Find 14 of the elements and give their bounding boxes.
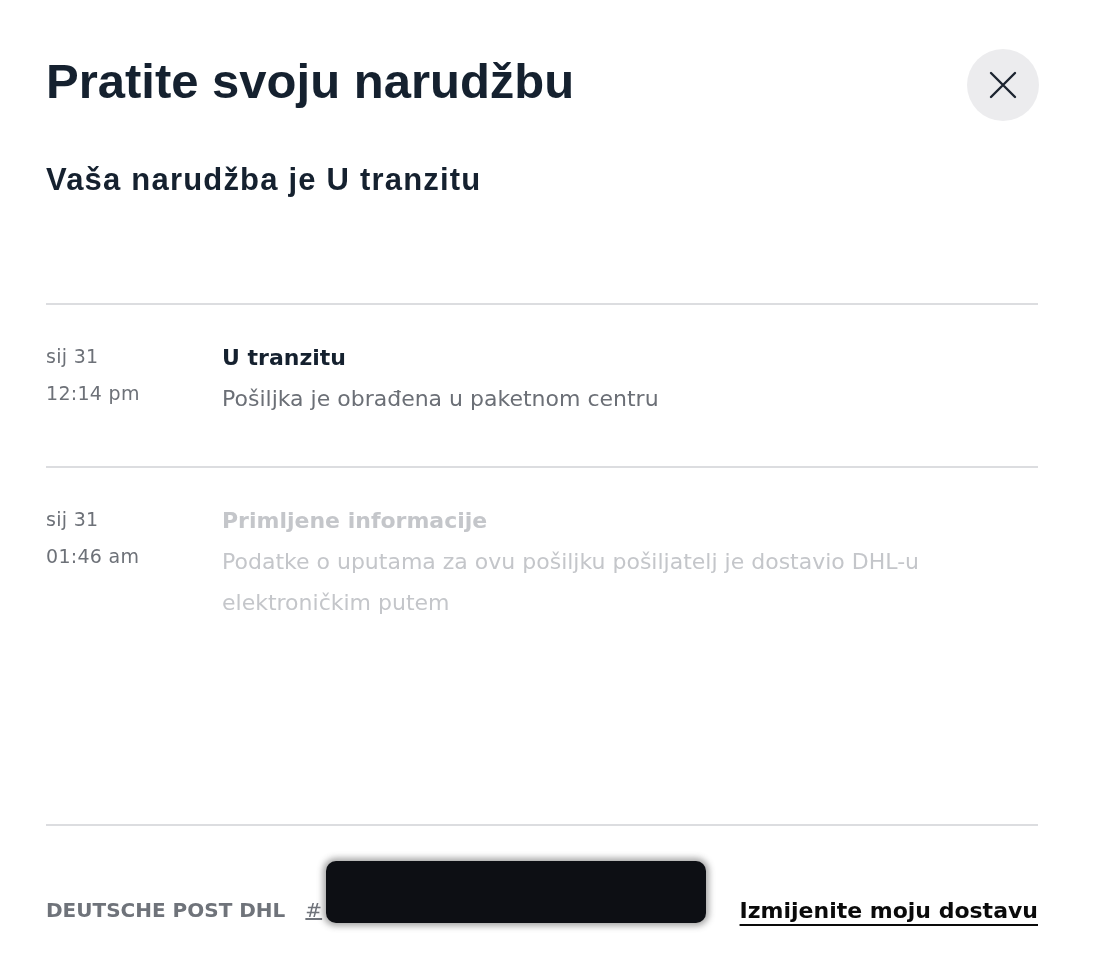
event-time: 01:46 am [46, 544, 141, 569]
carrier-name: DEUTSCHE POST DHL [46, 898, 286, 922]
event-date: sij 31 [46, 507, 100, 532]
change-delivery-link[interactable]: Izmijenite moju dostavu [739, 897, 1038, 923]
tracking-number-link[interactable]: # [305, 898, 323, 922]
close-icon [989, 71, 1017, 99]
event-title: U tranzitu [222, 344, 347, 372]
event-time: 12:14 pm [46, 381, 141, 406]
event-title: Primljene informacije [222, 507, 489, 535]
event-description: Pošiljka je obrađena u paketnom centru [222, 385, 659, 413]
dialog-title: Pratite svoju narudžbu [46, 53, 575, 109]
event-date: sij 31 [46, 344, 100, 369]
status-heading: Vaša narudžba je U tranzitu [46, 163, 483, 197]
event-description: Podatke o uputama za ovu pošiljku pošiljatelj je dostavio DHL-u elektroničkim putem [222, 548, 921, 617]
